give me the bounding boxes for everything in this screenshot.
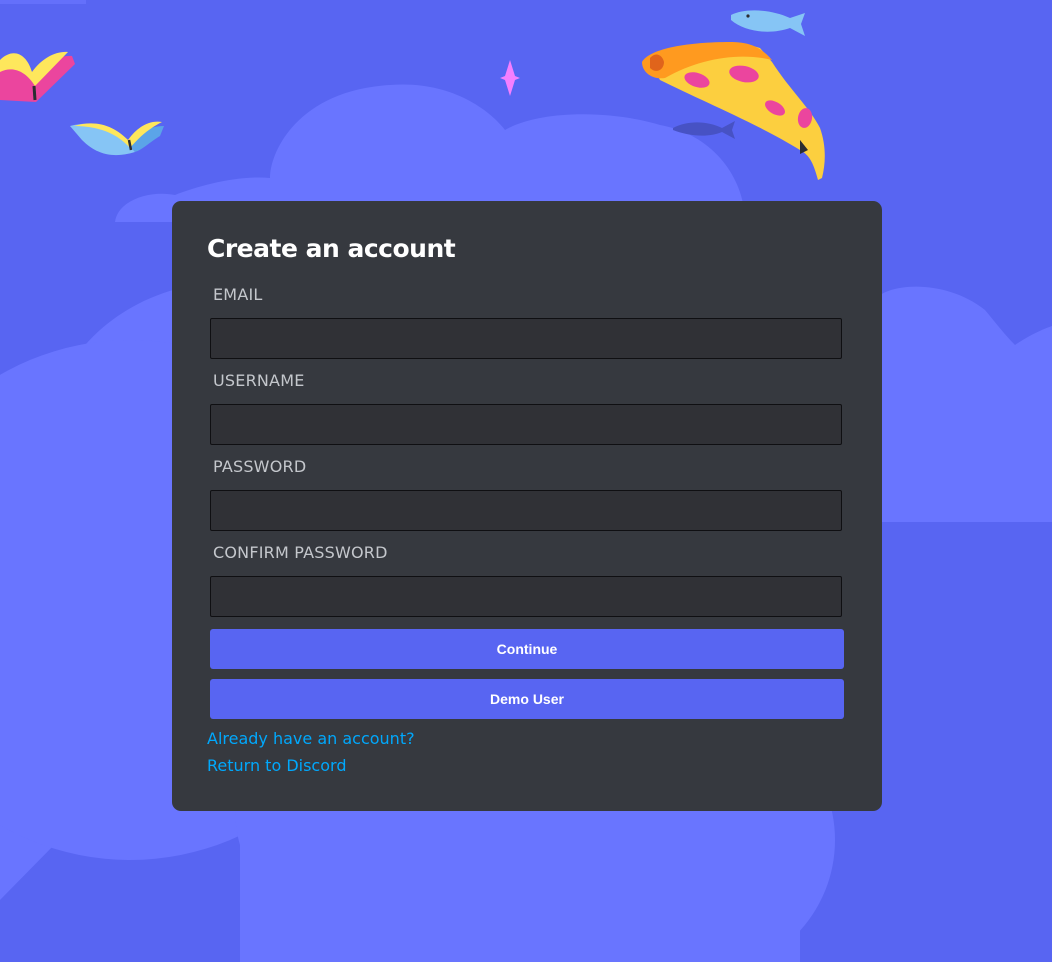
sparkle-illustration: [500, 60, 520, 96]
confirm-password-field[interactable]: [210, 576, 842, 617]
signup-card: Create an account EMAIL USERNAME PASSWOR…: [172, 201, 882, 811]
fish-illustration: [731, 10, 805, 36]
confirm-password-label: CONFIRM PASSWORD: [213, 543, 388, 562]
return-to-discord-link[interactable]: Return to Discord: [207, 756, 346, 775]
login-link[interactable]: Already have an account?: [207, 729, 415, 748]
username-field[interactable]: [210, 404, 842, 445]
password-field[interactable]: [210, 490, 842, 531]
username-label: USERNAME: [213, 371, 305, 390]
email-field[interactable]: [210, 318, 842, 359]
continue-button[interactable]: Continue: [210, 629, 844, 669]
book-illustration: [0, 51, 75, 102]
book-illustration: [70, 121, 164, 156]
demo-user-button[interactable]: Demo User: [210, 679, 844, 719]
page-title: Create an account: [207, 234, 456, 263]
email-label: EMAIL: [213, 285, 263, 304]
password-label: PASSWORD: [213, 457, 307, 476]
